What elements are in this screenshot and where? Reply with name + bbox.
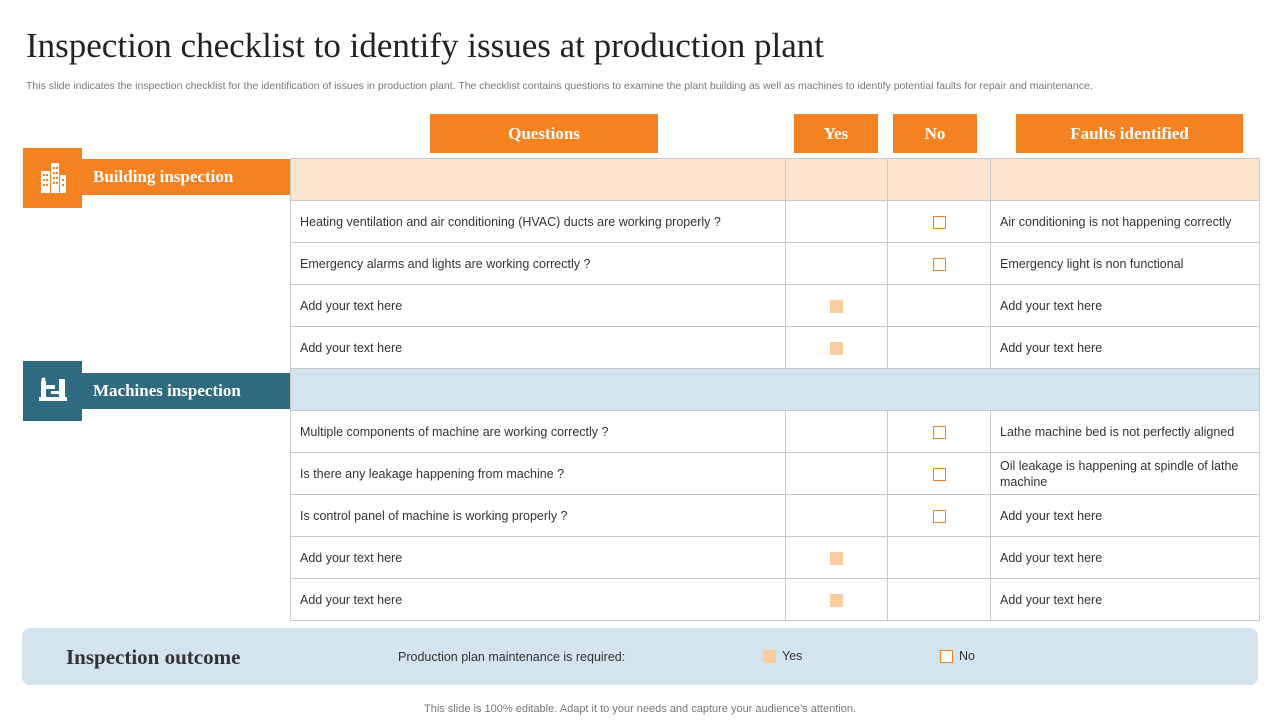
no-cell[interactable] xyxy=(888,327,991,369)
machine-icon xyxy=(23,361,82,421)
outcome-title: Inspection outcome xyxy=(66,645,240,670)
no-checkbox-icon[interactable] xyxy=(940,650,953,663)
inspection-outcome-panel: Inspection outcome Production plan maint… xyxy=(22,628,1258,685)
question-cell: Add your text here xyxy=(291,579,786,621)
no-checkbox-icon[interactable] xyxy=(933,426,946,439)
building-band-row xyxy=(291,159,1260,201)
no-cell[interactable] xyxy=(888,285,991,327)
no-cell[interactable] xyxy=(888,243,991,285)
no-checkbox-icon[interactable] xyxy=(933,468,946,481)
no-checkbox-icon[interactable] xyxy=(933,258,946,271)
checklist-table: Heating ventilation and air conditioning… xyxy=(290,158,1259,621)
table-row: Is there any leakage happening from mach… xyxy=(291,453,1260,495)
machines-band-row xyxy=(291,369,1260,411)
question-cell: Add your text here xyxy=(291,327,786,369)
table-row: Add your text here Add your text here xyxy=(291,327,1260,369)
question-cell: Multiple components of machine are worki… xyxy=(291,411,786,453)
no-cell[interactable] xyxy=(888,411,991,453)
outcome-no-option[interactable]: No xyxy=(940,649,975,663)
yes-cell[interactable] xyxy=(786,327,888,369)
yes-checkbox-icon[interactable] xyxy=(763,650,776,663)
machines-section-label: Machines inspection xyxy=(82,373,290,409)
fault-cell: Air conditioning is not happening correc… xyxy=(991,201,1260,243)
question-cell: Is there any leakage happening from mach… xyxy=(291,453,786,495)
column-header-yes: Yes xyxy=(794,114,878,153)
column-header-questions: Questions xyxy=(430,114,658,153)
fault-cell: Add your text here xyxy=(991,537,1260,579)
yes-cell[interactable] xyxy=(786,579,888,621)
no-cell[interactable] xyxy=(888,579,991,621)
outcome-question: Production plan maintenance is required: xyxy=(398,650,625,664)
table-row: Multiple components of machine are worki… xyxy=(291,411,1260,453)
fault-cell: Add your text here xyxy=(991,579,1260,621)
question-cell: Is control panel of machine is working p… xyxy=(291,495,786,537)
yes-cell[interactable] xyxy=(786,411,888,453)
outcome-yes-label: Yes xyxy=(782,649,802,663)
yes-checkbox-icon[interactable] xyxy=(830,552,843,565)
table-row: Add your text here Add your text here xyxy=(291,537,1260,579)
page-title: Inspection checklist to identify issues … xyxy=(26,26,824,66)
question-cell: Add your text here xyxy=(291,537,786,579)
question-cell: Heating ventilation and air conditioning… xyxy=(291,201,786,243)
building-section-label: Building inspection xyxy=(82,159,290,195)
page-subtitle: This slide indicates the inspection chec… xyxy=(26,80,1261,92)
no-cell[interactable] xyxy=(888,201,991,243)
yes-checkbox-icon[interactable] xyxy=(830,342,843,355)
table-row: Add your text here Add your text here xyxy=(291,579,1260,621)
question-cell: Add your text here xyxy=(291,285,786,327)
building-icon xyxy=(23,148,82,208)
table-row: Add your text here Add your text here xyxy=(291,285,1260,327)
no-cell[interactable] xyxy=(888,537,991,579)
yes-cell[interactable] xyxy=(786,243,888,285)
column-header-no: No xyxy=(893,114,977,153)
column-header-faults: Faults identified xyxy=(1016,114,1243,153)
fault-cell: Oil leakage is happening at spindle of l… xyxy=(991,453,1260,495)
table-row: Heating ventilation and air conditioning… xyxy=(291,201,1260,243)
footer-note: This slide is 100% editable. Adapt it to… xyxy=(0,703,1280,715)
yes-cell[interactable] xyxy=(786,495,888,537)
yes-checkbox-icon[interactable] xyxy=(830,300,843,313)
outcome-yes-option[interactable]: Yes xyxy=(763,649,802,663)
no-cell[interactable] xyxy=(888,453,991,495)
question-cell: Emergency alarms and lights are working … xyxy=(291,243,786,285)
fault-cell: Emergency light is non functional xyxy=(991,243,1260,285)
yes-cell[interactable] xyxy=(786,537,888,579)
fault-cell: Lathe machine bed is not perfectly align… xyxy=(991,411,1260,453)
yes-checkbox-icon[interactable] xyxy=(830,594,843,607)
yes-cell[interactable] xyxy=(786,285,888,327)
no-cell[interactable] xyxy=(888,495,991,537)
no-checkbox-icon[interactable] xyxy=(933,510,946,523)
table-row: Emergency alarms and lights are working … xyxy=(291,243,1260,285)
fault-cell: Add your text here xyxy=(991,495,1260,537)
fault-cell: Add your text here xyxy=(991,285,1260,327)
yes-cell[interactable] xyxy=(786,201,888,243)
no-checkbox-icon[interactable] xyxy=(933,216,946,229)
fault-cell: Add your text here xyxy=(991,327,1260,369)
outcome-no-label: No xyxy=(959,649,975,663)
table-row: Is control panel of machine is working p… xyxy=(291,495,1260,537)
yes-cell[interactable] xyxy=(786,453,888,495)
